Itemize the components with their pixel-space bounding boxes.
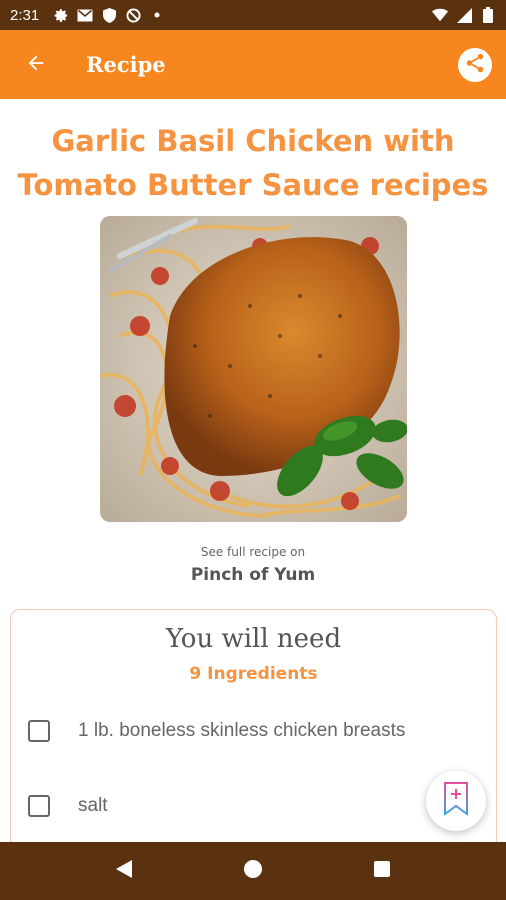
recipe-image [100, 216, 407, 522]
ingredient-row[interactable]: salt [28, 795, 108, 817]
battery-icon [480, 7, 496, 23]
status-icons-right [432, 7, 496, 23]
nav-home-button[interactable] [233, 851, 273, 891]
app-bar: Recipe [0, 30, 506, 99]
source-link[interactable]: Pinch of Yum [0, 565, 506, 585]
nav-recents-button[interactable] [362, 851, 402, 891]
back-button[interactable] [14, 43, 58, 87]
ingredient-row[interactable]: 1 lb. boneless skinless chicken breasts [28, 720, 405, 742]
back-triangle-icon [115, 859, 133, 883]
arrow-left-icon [25, 52, 47, 78]
blocked-icon [125, 7, 141, 23]
ingredient-text: salt [78, 795, 108, 816]
share-button[interactable] [458, 47, 492, 82]
share-icon [464, 52, 486, 78]
ingredients-card: You will need 9 Ingredients 1 lb. bonele… [10, 609, 497, 842]
ingredient-checkbox[interactable] [28, 720, 50, 742]
recipe-content[interactable]: Garlic Basil Chicken with Tomato Butter … [0, 99, 506, 842]
ingredients-count: 9 Ingredients [189, 664, 318, 684]
system-nav-bar [0, 842, 506, 900]
status-icons-left [53, 7, 165, 23]
wifi-icon [432, 7, 448, 23]
bookmark-plus-icon [442, 782, 470, 820]
shield-icon [101, 7, 117, 23]
nav-back-button[interactable] [104, 851, 144, 891]
gear-icon [53, 7, 69, 23]
gmail-icon [77, 7, 93, 23]
recipe-title: Garlic Basil Chicken with Tomato Butter … [17, 124, 489, 202]
bookmark-add-button[interactable] [426, 771, 486, 831]
ingredient-text: 1 lb. boneless skinless chicken breasts [78, 720, 406, 741]
app-title: Recipe [86, 52, 166, 77]
status-bar: 2:31 [0, 0, 506, 30]
home-circle-icon [243, 859, 263, 883]
recents-square-icon [373, 860, 391, 882]
source-caption: See full recipe on [200, 545, 306, 559]
ingredients-heading: You will need [165, 624, 342, 654]
status-time: 2:31 [10, 6, 40, 24]
signal-icon [456, 7, 472, 23]
dot-icon [149, 7, 165, 23]
ingredient-checkbox[interactable] [28, 795, 50, 817]
